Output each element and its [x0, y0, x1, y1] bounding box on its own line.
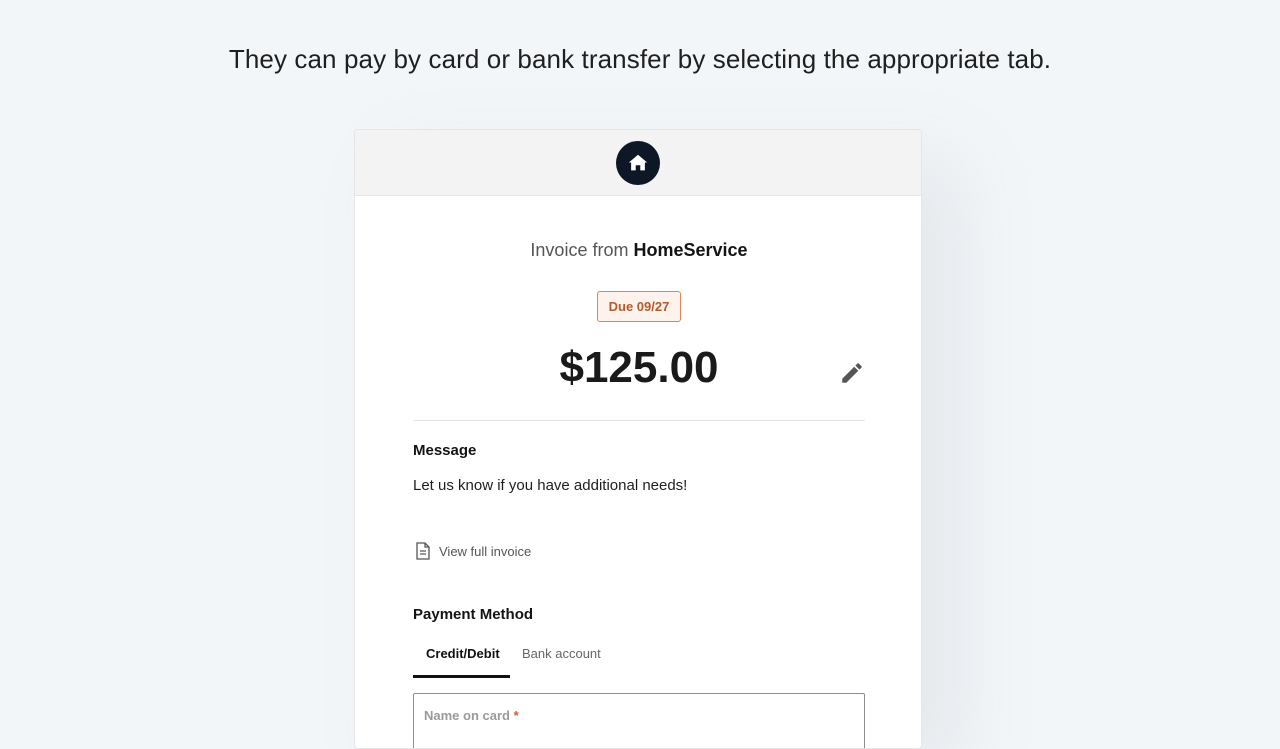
divider	[413, 420, 865, 421]
invoice-from-prefix: Invoice from	[530, 240, 629, 260]
business-logo	[616, 140, 660, 185]
due-badge: Due 09/27	[597, 291, 681, 322]
invoice-amount: $125.00	[559, 343, 719, 392]
invoice-from: Invoice from HomeService	[355, 240, 921, 261]
payment-method-label: Payment Method	[413, 606, 534, 623]
invoice-card: Invoice from HomeService Due 09/27 $125.…	[354, 129, 922, 749]
card-header	[355, 130, 921, 196]
tab-bank-account[interactable]: Bank account	[510, 640, 614, 678]
home-icon	[628, 154, 648, 170]
name-on-card-field[interactable]: Name on card *	[413, 693, 865, 748]
required-mark: *	[513, 708, 519, 723]
view-full-invoice-label: View full invoice	[439, 543, 532, 559]
name-on-card-label: Name on card *	[424, 708, 519, 723]
payment-tabs: Credit/Debit Bank account	[413, 640, 614, 678]
message-label: Message	[413, 442, 477, 459]
caption: They can pay by card or bank transfer by…	[228, 44, 1052, 74]
pencil-icon[interactable]	[839, 360, 865, 386]
business-name: HomeService	[633, 240, 748, 260]
view-full-invoice-link[interactable]: View full invoice	[415, 542, 531, 560]
name-on-card-text: Name on card	[424, 708, 510, 723]
document-icon	[416, 542, 430, 560]
message-text: Let us know if you have additional needs…	[413, 477, 688, 494]
tab-credit-debit[interactable]: Credit/Debit	[413, 640, 510, 678]
